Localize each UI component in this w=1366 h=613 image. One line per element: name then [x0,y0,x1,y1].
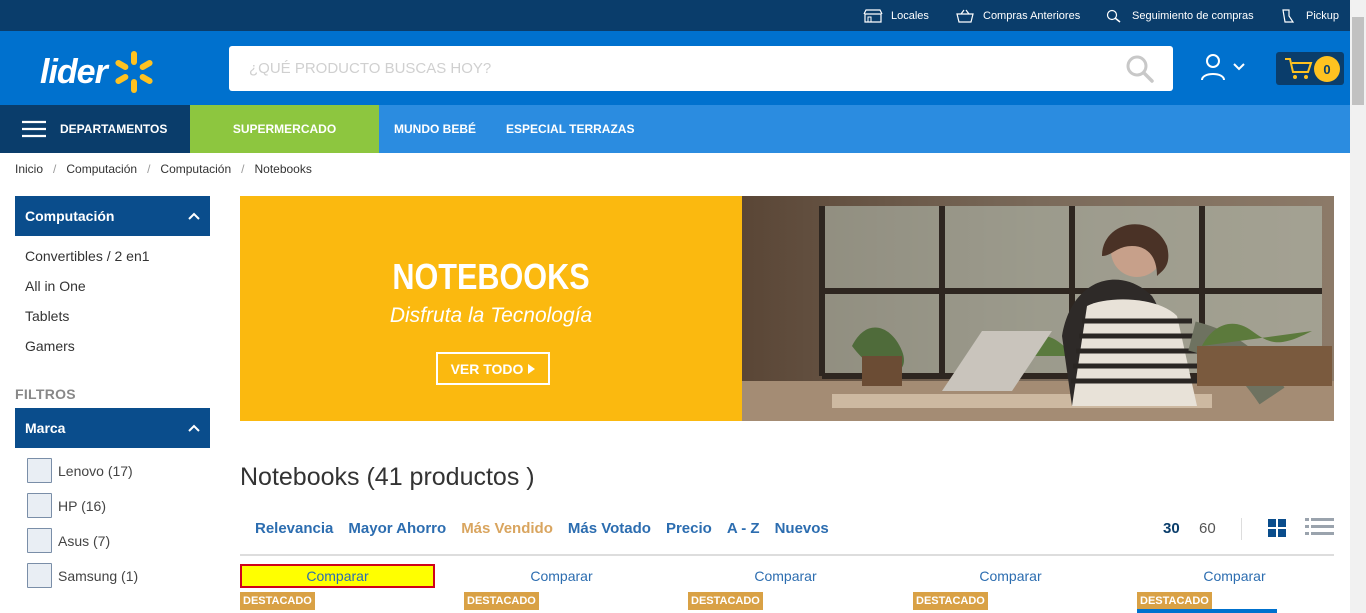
sort-relevancia[interactable]: Relevancia [255,520,333,537]
breadcrumb-item[interactable]: Inicio [15,162,43,176]
sort-mayor-ahorro[interactable]: Mayor Ahorro [348,520,446,537]
seguimiento-link[interactable]: Seguimiento de compras [1104,9,1254,23]
compare-button-4[interactable]: Comparar [913,564,1108,588]
pickup-link[interactable]: Pickup [1278,9,1339,23]
main-nav: DEPARTAMENTOS SUPERMERCADO MUNDO BEBÉ ES… [0,105,1350,153]
compare-button-3[interactable]: Comparar [688,564,883,588]
filters-label: FILTROS [15,386,76,402]
featured-badge: DESTACADO [913,592,988,610]
compare-button-1[interactable]: Comparar [240,564,435,588]
pickup-icon [1282,9,1295,23]
per-page-60[interactable]: 60 [1199,520,1216,537]
hamburger-icon [22,120,46,138]
ver-todo-button[interactable]: VER TODO [436,352,550,385]
banner-subtitle: Disfruta la Tecnología [389,304,593,327]
main-header: lider 0 [0,31,1350,105]
sort-precio[interactable]: Precio [666,520,712,537]
divider [1241,518,1242,540]
grid-view-icon[interactable] [1268,519,1286,537]
sort-mas-vendido[interactable]: Más Vendido [461,520,553,537]
promo-banner[interactable]: NOTEBOOKS Disfruta la Tecnología VER TOD… [240,196,1334,421]
category-link-gamers[interactable]: Gamers [25,338,75,354]
breadcrumb: Inicio / Computación / Computación / Notebo… [15,162,312,176]
cart-button[interactable]: 0 [1276,52,1344,85]
nav-item-mundo-bebe[interactable]: MUNDO BEBÉ [379,105,491,153]
sort-a-z[interactable]: A - Z [727,520,760,537]
checkbox[interactable] [27,493,52,518]
brand-filter-header[interactable]: Marca [15,408,210,448]
user-icon [1201,54,1225,81]
category-header[interactable]: Computación [15,196,210,236]
nav-item-especial-terrazas[interactable]: ESPECIAL TERRAZAS [491,105,649,153]
spark-icon [115,51,153,93]
brand-filter-hp[interactable]: HP (16) [27,493,106,518]
account-menu[interactable] [1200,53,1246,81]
banner-photo [742,196,1334,421]
page-title: Notebooks (41 productos ) [240,463,535,491]
checkbox[interactable] [27,528,52,553]
lider-logo[interactable]: lider [40,49,157,95]
compare-button-2[interactable]: Comparar [464,564,659,588]
search-box [229,46,1173,91]
category-link-all-in-one[interactable]: All in One [25,278,86,294]
brand-filter-lenovo[interactable]: Lenovo (17) [27,458,133,483]
cart-icon [1285,58,1313,79]
search-icon[interactable] [1125,54,1155,84]
supermercado-tab[interactable]: SUPERMERCADO [190,105,379,153]
scrollbar-thumb[interactable] [1352,17,1364,105]
compare-button-5[interactable]: Comparar [1137,564,1332,588]
basket-icon [956,9,974,23]
featured-badge: DESTACADO [688,592,763,610]
product-tag-strip [1137,609,1277,613]
chevron-up-icon [188,212,200,220]
sort-options: Relevancia Mayor Ahorro Más Vendido Más … [255,520,829,537]
page-scrollbar[interactable] [1350,0,1366,613]
compras-anteriores-link[interactable]: Compras Anteriores [955,9,1080,23]
featured-badge: DESTACADO [464,592,539,610]
banner-text-panel: NOTEBOOKS Disfruta la Tecnología VER TOD… [240,196,742,421]
category-link-convertibles[interactable]: Convertibles / 2 en1 [25,248,150,264]
departamentos-button[interactable]: DEPARTAMENTOS [0,105,190,153]
list-view-icon[interactable] [1305,518,1334,536]
featured-badge: DESTACADO [240,592,315,610]
divider [240,554,1334,556]
cart-count-badge: 0 [1314,56,1340,82]
checkbox[interactable] [27,458,52,483]
tracking-icon [1106,9,1121,23]
sort-nuevos[interactable]: Nuevos [775,520,829,537]
featured-badge: DESTACADO [1137,592,1212,610]
top-utility-bar: Locales Compras Anteriores Seguimiento d… [0,0,1350,31]
chevron-up-icon [188,424,200,432]
caret-right-icon [528,363,536,374]
sort-mas-votado[interactable]: Más Votado [568,520,651,537]
breadcrumb-item[interactable]: Computación [160,162,231,176]
per-page-30[interactable]: 30 [1163,520,1180,537]
banner-title: NOTEBOOKS [392,256,590,297]
search-input[interactable] [229,46,1089,91]
category-link-tablets[interactable]: Tablets [25,308,69,324]
checkbox[interactable] [27,563,52,588]
locales-link[interactable]: Locales [863,9,929,23]
brand-filter-samsung[interactable]: Samsung (1) [27,563,138,588]
brand-filter-asus[interactable]: Asus (7) [27,528,110,553]
breadcrumb-item: Notebooks [254,162,312,176]
chevron-down-icon [1233,63,1245,71]
store-icon [863,9,883,23]
breadcrumb-item[interactable]: Computación [66,162,137,176]
